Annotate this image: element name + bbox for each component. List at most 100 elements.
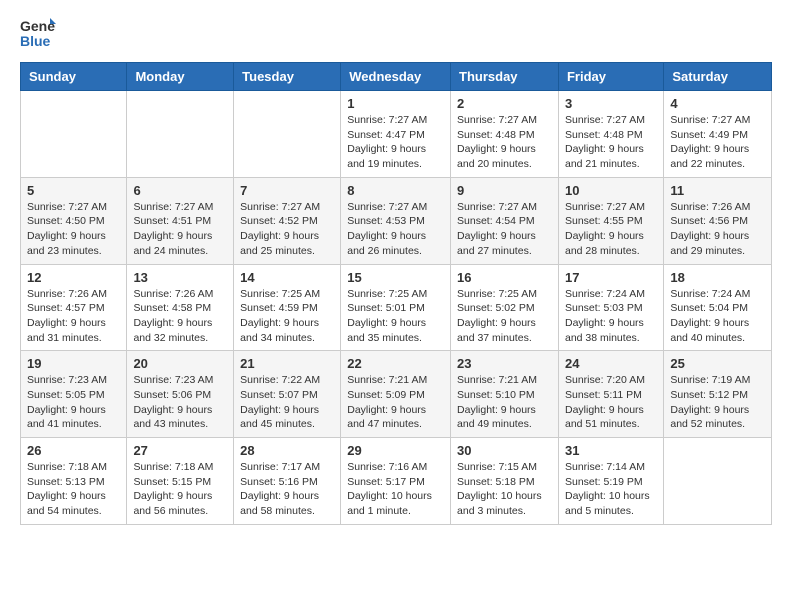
calendar-cell: 11 Sunrise: 7:26 AMSunset: 4:56 PMDayligh…: [664, 177, 772, 264]
day-number: 9: [457, 183, 552, 198]
calendar-cell: 7Sunrise: 7:27 AMSunset: 4:52 PMDaylight…: [234, 177, 341, 264]
day-number: 15: [347, 270, 444, 285]
day-number: 17: [565, 270, 657, 285]
day-info: Sunrise: 7:27 AMSunset: 4:51 PMDaylight:…: [133, 200, 227, 259]
day-number: 10: [565, 183, 657, 198]
day-number: 22: [347, 356, 444, 371]
day-number: 7: [240, 183, 334, 198]
day-info: Sunrise: 7:18 AMSunset: 5:13 PMDaylight:…: [27, 460, 120, 519]
col-saturday: Saturday: [664, 63, 772, 91]
calendar-cell: 5Sunrise: 7:27 AMSunset: 4:50 PMDaylight…: [21, 177, 127, 264]
day-number: 25: [670, 356, 765, 371]
day-info: Sunrise: 7:20 AMSunset: 5:11 PMDaylight:…: [565, 373, 657, 432]
day-number: 31: [565, 443, 657, 458]
calendar-cell: 19 Sunrise: 7:23 AMSunset: 5:05 PMDayligh…: [21, 351, 127, 438]
calendar-cell: 22Sunrise: 7:21 AMSunset: 5:09 PMDayligh…: [341, 351, 451, 438]
calendar-cell: 27 Sunrise: 7:18 AMSunset: 5:15 PMDayligh…: [127, 438, 234, 525]
day-number: 12: [27, 270, 120, 285]
week-row-3: 12 Sunrise: 7:26 AMSunset: 4:57 PMDayligh…: [21, 264, 772, 351]
calendar-cell: 24 Sunrise: 7:20 AMSunset: 5:11 PMDayligh…: [558, 351, 663, 438]
day-number: 4: [670, 96, 765, 111]
calendar-cell: 29 Sunrise: 7:16 AMSunset: 5:17 PMDayligh…: [341, 438, 451, 525]
svg-text:Blue: Blue: [20, 33, 51, 49]
day-info: Sunrise: 7:18 AMSunset: 5:15 PMDaylight:…: [133, 460, 227, 519]
col-thursday: Thursday: [451, 63, 559, 91]
day-info: Sunrise: 7:27 AMSunset: 4:55 PMDaylight:…: [565, 200, 657, 259]
calendar-cell: 4Sunrise: 7:27 AMSunset: 4:49 PMDaylight…: [664, 91, 772, 178]
calendar-cell: 9 Sunrise: 7:27 AMSunset: 4:54 PMDaylight…: [451, 177, 559, 264]
calendar-cell: [234, 91, 341, 178]
header: General Blue: [20, 16, 772, 52]
col-friday: Friday: [558, 63, 663, 91]
calendar-cell: 21 Sunrise: 7:22 AMSunset: 5:07 PMDayligh…: [234, 351, 341, 438]
week-row-1: 1 Sunrise: 7:27 AMSunset: 4:47 PMDaylight…: [21, 91, 772, 178]
day-number: 30: [457, 443, 552, 458]
day-info: Sunrise: 7:25 AMSunset: 4:59 PMDaylight:…: [240, 287, 334, 346]
day-info: Sunrise: 7:25 AMSunset: 5:01 PMDaylight:…: [347, 287, 444, 346]
calendar-cell: 20 Sunrise: 7:23 AMSunset: 5:06 PMDayligh…: [127, 351, 234, 438]
calendar-cell: 18 Sunrise: 7:24 AMSunset: 5:04 PMDayligh…: [664, 264, 772, 351]
day-info: Sunrise: 7:27 AMSunset: 4:47 PMDaylight:…: [347, 113, 444, 172]
day-info: Sunrise: 7:19 AMSunset: 5:12 PMDaylight:…: [670, 373, 765, 432]
day-info: Sunrise: 7:23 AMSunset: 5:05 PMDaylight:…: [27, 373, 120, 432]
day-info: Sunrise: 7:14 AMSunset: 5:19 PMDaylight:…: [565, 460, 657, 519]
day-info: Sunrise: 7:27 AMSunset: 4:48 PMDaylight:…: [565, 113, 657, 172]
calendar-cell: 3 Sunrise: 7:27 AMSunset: 4:48 PMDaylight…: [558, 91, 663, 178]
day-info: Sunrise: 7:27 AMSunset: 4:53 PMDaylight:…: [347, 200, 444, 259]
day-number: 28: [240, 443, 334, 458]
day-info: Sunrise: 7:23 AMSunset: 5:06 PMDaylight:…: [133, 373, 227, 432]
week-row-2: 5Sunrise: 7:27 AMSunset: 4:50 PMDaylight…: [21, 177, 772, 264]
day-number: 14: [240, 270, 334, 285]
week-row-4: 19 Sunrise: 7:23 AMSunset: 5:05 PMDayligh…: [21, 351, 772, 438]
calendar-cell: 30 Sunrise: 7:15 AMSunset: 5:18 PMDayligh…: [451, 438, 559, 525]
calendar-cell: 13Sunrise: 7:26 AMSunset: 4:58 PMDayligh…: [127, 264, 234, 351]
calendar-cell: 10 Sunrise: 7:27 AMSunset: 4:55 PMDayligh…: [558, 177, 663, 264]
day-number: 24: [565, 356, 657, 371]
day-number: 3: [565, 96, 657, 111]
day-number: 23: [457, 356, 552, 371]
day-number: 2: [457, 96, 552, 111]
calendar-cell: 1 Sunrise: 7:27 AMSunset: 4:47 PMDaylight…: [341, 91, 451, 178]
day-info: Sunrise: 7:22 AMSunset: 5:07 PMDaylight:…: [240, 373, 334, 432]
calendar-cell: 31 Sunrise: 7:14 AMSunset: 5:19 PMDayligh…: [558, 438, 663, 525]
day-info: Sunrise: 7:27 AMSunset: 4:54 PMDaylight:…: [457, 200, 552, 259]
day-number: 5: [27, 183, 120, 198]
day-number: 18: [670, 270, 765, 285]
day-info: Sunrise: 7:15 AMSunset: 5:18 PMDaylight:…: [457, 460, 552, 519]
day-number: 27: [133, 443, 227, 458]
calendar-cell: 28 Sunrise: 7:17 AMSunset: 5:16 PMDayligh…: [234, 438, 341, 525]
day-info: Sunrise: 7:16 AMSunset: 5:17 PMDaylight:…: [347, 460, 444, 519]
day-number: 29: [347, 443, 444, 458]
day-info: Sunrise: 7:25 AMSunset: 5:02 PMDaylight:…: [457, 287, 552, 346]
calendar-cell: [21, 91, 127, 178]
calendar-cell: 26 Sunrise: 7:18 AMSunset: 5:13 PMDayligh…: [21, 438, 127, 525]
day-number: 11: [670, 183, 765, 198]
calendar-table: Sunday Monday Tuesday Wednesday Thursday…: [20, 62, 772, 525]
day-number: 19: [27, 356, 120, 371]
col-tuesday: Tuesday: [234, 63, 341, 91]
week-row-5: 26 Sunrise: 7:18 AMSunset: 5:13 PMDayligh…: [21, 438, 772, 525]
day-number: 21: [240, 356, 334, 371]
day-number: 20: [133, 356, 227, 371]
day-info: Sunrise: 7:24 AMSunset: 5:03 PMDaylight:…: [565, 287, 657, 346]
col-wednesday: Wednesday: [341, 63, 451, 91]
day-number: 16: [457, 270, 552, 285]
calendar-header-row: Sunday Monday Tuesday Wednesday Thursday…: [21, 63, 772, 91]
day-info: Sunrise: 7:24 AMSunset: 5:04 PMDaylight:…: [670, 287, 765, 346]
calendar-cell: 23 Sunrise: 7:21 AMSunset: 5:10 PMDayligh…: [451, 351, 559, 438]
calendar-cell: 14 Sunrise: 7:25 AMSunset: 4:59 PMDayligh…: [234, 264, 341, 351]
calendar-cell: 6Sunrise: 7:27 AMSunset: 4:51 PMDaylight…: [127, 177, 234, 264]
day-info: Sunrise: 7:21 AMSunset: 5:10 PMDaylight:…: [457, 373, 552, 432]
day-info: Sunrise: 7:27 AMSunset: 4:48 PMDaylight:…: [457, 113, 552, 172]
day-info: Sunrise: 7:26 AMSunset: 4:57 PMDaylight:…: [27, 287, 120, 346]
day-number: 26: [27, 443, 120, 458]
day-info: Sunrise: 7:26 AMSunset: 4:56 PMDaylight:…: [670, 200, 765, 259]
calendar-cell: 8Sunrise: 7:27 AMSunset: 4:53 PMDaylight…: [341, 177, 451, 264]
calendar-cell: 15 Sunrise: 7:25 AMSunset: 5:01 PMDayligh…: [341, 264, 451, 351]
day-info: Sunrise: 7:17 AMSunset: 5:16 PMDaylight:…: [240, 460, 334, 519]
day-number: 1: [347, 96, 444, 111]
page: General Blue Sunday Monday Tuesday Wedne…: [0, 0, 792, 541]
logo-svg: General Blue: [20, 16, 56, 52]
logo: General Blue: [20, 16, 56, 52]
col-sunday: Sunday: [21, 63, 127, 91]
